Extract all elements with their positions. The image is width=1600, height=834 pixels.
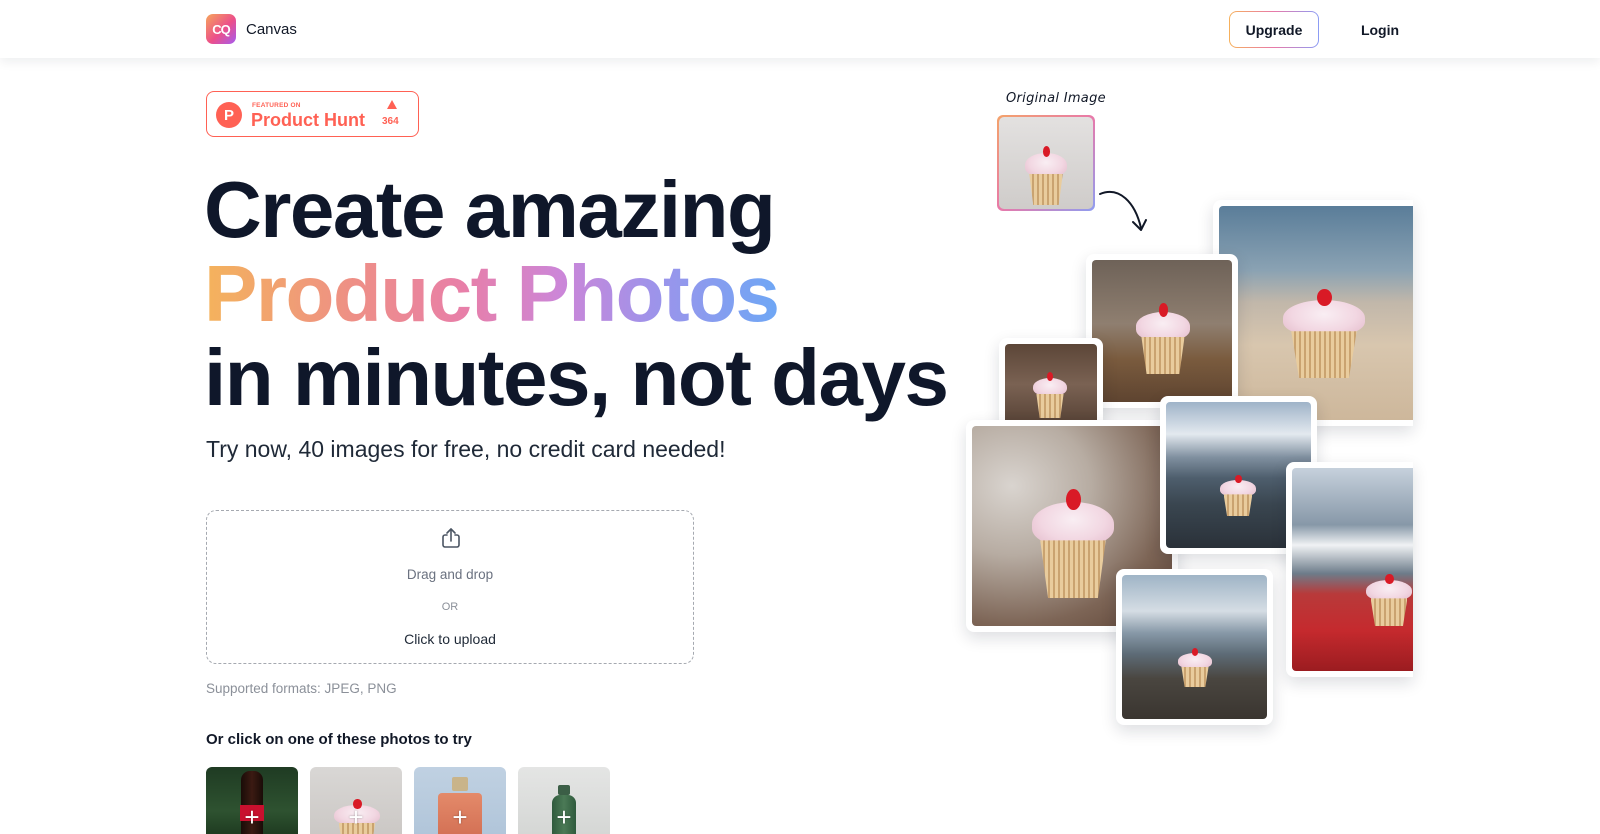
logo-icon: CQ xyxy=(206,14,236,44)
original-image-label: Original Image xyxy=(1006,91,1106,106)
green-bottle-cap xyxy=(558,785,570,795)
click-to-upload-link[interactable]: Click to upload xyxy=(207,631,693,647)
upgrade-button[interactable]: Upgrade xyxy=(1229,11,1319,48)
upvote-count: 364 xyxy=(382,116,399,127)
upload-dropzone[interactable]: Drag and drop OR Click to upload xyxy=(206,510,694,664)
or-divider-text: OR xyxy=(441,601,459,613)
sample-photos-row: + + + + xyxy=(206,767,610,834)
hero-headline-line3: in minutes, not days xyxy=(204,333,949,422)
sample-photo-perfume[interactable]: + xyxy=(414,767,506,834)
hero-headline-line1: Create amazing xyxy=(204,165,776,254)
generated-photo-red-surface xyxy=(1286,462,1413,677)
cupcake-image xyxy=(1136,303,1190,374)
drag-and-drop-text: Drag and drop xyxy=(406,567,494,582)
cupcake-image xyxy=(1032,488,1114,598)
brand-name: Canvas xyxy=(246,20,297,38)
brand-logo[interactable]: CQ Canvas xyxy=(206,14,297,44)
login-button[interactable]: Login xyxy=(1340,11,1420,48)
cupcake-image xyxy=(1033,372,1067,418)
top-navbar: CQ Canvas Upgrade Login xyxy=(0,0,1600,58)
upload-share-icon xyxy=(442,528,460,548)
add-sample-icon: + xyxy=(452,802,468,832)
curved-arrow-icon xyxy=(1099,191,1147,231)
product-hunt-title: Product Hunt xyxy=(251,110,365,130)
sample-photo-green-bottle[interactable]: + xyxy=(518,767,610,834)
product-hunt-badge[interactable]: P FEATURED ON Product Hunt 364 xyxy=(206,91,419,137)
generated-photo-snowy-shore xyxy=(1116,569,1273,725)
upvote-arrow-icon xyxy=(387,100,397,109)
hero-headline-gradient: Product Photos xyxy=(204,249,780,338)
cupcake-image xyxy=(1366,573,1412,626)
product-hunt-icon: P xyxy=(216,102,242,128)
generated-photo-beach xyxy=(1213,200,1413,426)
sample-photo-cupcake[interactable]: + xyxy=(310,767,402,834)
cupcake-image xyxy=(1283,289,1365,378)
original-image-thumbnail xyxy=(997,115,1095,211)
cupcake-image xyxy=(1025,145,1067,205)
add-sample-icon: + xyxy=(348,802,364,832)
perfume-cap xyxy=(452,777,468,791)
supported-formats-note: Supported formats: JPEG, PNG xyxy=(206,681,397,696)
hero-subtitle: Try now, 40 images for free, no credit c… xyxy=(206,436,726,462)
generated-photo-wood-table xyxy=(1086,254,1238,408)
cupcake-image xyxy=(1178,648,1212,687)
sample-photo-cola[interactable]: + xyxy=(206,767,298,834)
add-sample-icon: + xyxy=(244,802,260,832)
cupcake-image xyxy=(1220,474,1256,516)
sample-photos-heading: Or click on one of these photos to try xyxy=(206,731,472,748)
add-sample-icon: + xyxy=(556,802,572,832)
product-hunt-featured-label: FEATURED ON xyxy=(252,102,301,109)
